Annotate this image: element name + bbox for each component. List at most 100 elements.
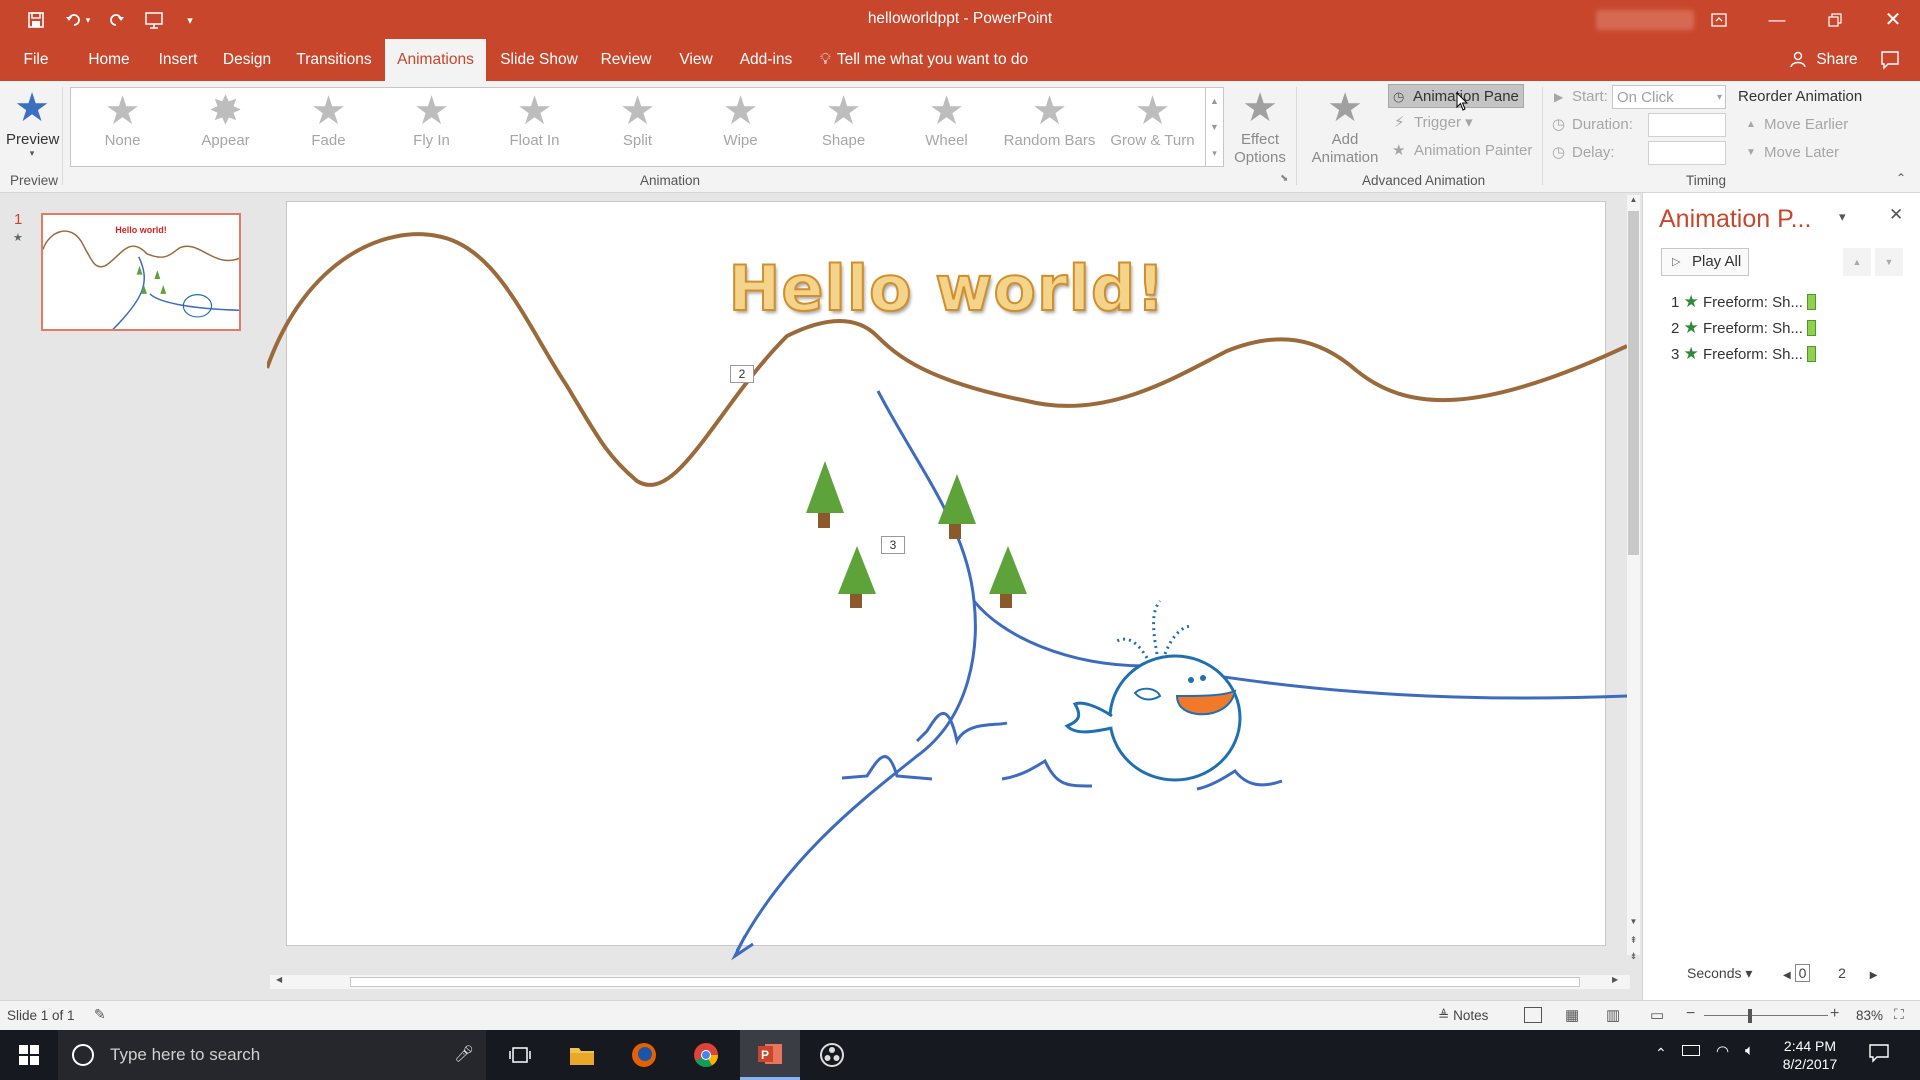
animation-tag-3[interactable]: 3 [881,536,905,554]
start-from-beginning-icon[interactable] [142,8,166,32]
play-all-button[interactable]: ▷ Play All [1661,248,1749,276]
normal-view-icon[interactable] [1524,1007,1542,1023]
tab-review[interactable]: Review [594,39,658,81]
fit-slide-icon[interactable]: ⛶ [1894,1006,1904,1023]
customize-qat-icon[interactable]: ▾ [178,8,202,32]
tab-view[interactable]: View [670,39,722,81]
tab-add-ins[interactable]: Add-ins [734,39,798,81]
tab-slide-show[interactable]: Slide Show [496,39,582,81]
scroll-up-icon[interactable]: ▲ [1627,195,1640,209]
anim-shape[interactable]: ★ Shape [792,88,895,168]
tab-design[interactable]: Design [216,39,278,81]
anim-float-in[interactable]: ★ Float In [483,88,586,168]
zoom-slider-thumb[interactable] [1748,1009,1752,1023]
tab-file[interactable]: File [14,39,58,81]
collapse-ribbon-icon[interactable]: ⌃ [1896,171,1906,185]
animation-list-item[interactable]: 3 ★ Freeform: Sh... [1671,341,1817,367]
battery-icon[interactable] [1682,1045,1700,1056]
anim-none[interactable]: ★ None [71,88,174,168]
move-up-icon[interactable]: ▲ [1843,248,1871,276]
anim-split[interactable]: ★ Split [586,88,689,168]
comments-icon[interactable] [1880,50,1900,70]
move-later-button[interactable]: ▼ Move Later [1744,141,1839,165]
zoom-slider[interactable] [1704,1015,1828,1016]
powerpoint-taskbar-icon[interactable]: P [740,1030,800,1080]
move-down-icon[interactable]: ▼ [1875,248,1903,276]
vertical-scrollbar[interactable]: ▲ ▼ ⇞ ⇟ [1627,195,1640,961]
start-select[interactable]: On Click ▾ [1612,85,1726,109]
anim-appear[interactable]: ✸ Appear [174,88,277,168]
preview-button[interactable]: ★ Preview ▾ [6,85,59,169]
scroll-down-icon[interactable]: ▼ [1627,917,1640,926]
animation-list-item[interactable]: 2 ★ Freeform: Sh... [1671,315,1817,341]
user-account[interactable] [1596,10,1694,30]
file-explorer-icon[interactable] [552,1030,612,1080]
previous-slide-icon[interactable]: ⇞ [1627,935,1640,946]
timeline-right-icon[interactable]: ▶ [1870,970,1878,981]
firefox-icon[interactable] [614,1030,674,1080]
close-icon[interactable]: ✕ [1864,0,1920,39]
trigger-button[interactable]: ⚡︎ Trigger ▾ [1390,111,1473,135]
share-button[interactable]: Share [1790,39,1858,81]
task-view-icon[interactable] [490,1030,550,1080]
anim-grow-turn[interactable]: ★ Grow & Turn [1101,88,1204,168]
pane-options-icon[interactable]: ▾ [1839,209,1846,225]
minimize-icon[interactable]: ― [1748,0,1806,39]
restore-icon[interactable] [1806,0,1864,39]
action-center-icon[interactable] [1868,1043,1892,1065]
next-slide-icon[interactable]: ⇟ [1627,951,1640,962]
timeline-scale[interactable]: ◀ 0 2 ▶ [1783,964,1913,982]
animation-tag-2[interactable]: 2 [730,365,754,383]
animation-painter-button[interactable]: ★ Animation Painter [1390,139,1532,163]
tab-insert[interactable]: Insert [150,39,206,81]
spell-check-icon[interactable]: ✎ [94,1006,106,1023]
undo-dropdown-icon[interactable]: ▾ [82,8,94,32]
gallery-more-icon[interactable]: ▾ [1206,140,1223,166]
volume-icon[interactable]: 🔈︎ [1745,1042,1754,1059]
reading-view-icon[interactable]: ▥ [1606,1006,1620,1024]
anim-fade[interactable]: ★ Fade [277,88,380,168]
anim-random-bars[interactable]: ★ Random Bars [998,88,1101,168]
slide-thumbnail[interactable]: Hello world! [41,213,241,331]
redo-icon[interactable] [104,8,128,32]
slide-title[interactable]: Hello world! [727,251,1167,326]
delay-input[interactable] [1648,141,1726,165]
clock[interactable]: 2:44 PM 8/2/2017 [1762,1037,1858,1073]
slide-canvas[interactable]: 2 3 Hello world! [267,201,1627,961]
scroll-up-icon[interactable]: ▲ [1206,88,1223,114]
anim-wipe[interactable]: ★ Wipe [689,88,792,168]
zoom-in-icon[interactable]: + [1830,1005,1839,1023]
add-animation-button[interactable]: ★ Add Animation [1300,85,1390,169]
tab-transitions[interactable]: Transitions [290,39,378,81]
gallery-scroll[interactable]: ▲ ▼ ▾ [1206,87,1224,167]
timeline-left-icon[interactable]: ◀ [1783,970,1791,981]
animation-list-item[interactable]: 1 ★ Freeform: Sh... [1671,289,1817,315]
tab-home[interactable]: Home [80,39,138,81]
anim-fly-in[interactable]: ★ Fly In [380,88,483,168]
close-pane-icon[interactable]: ✕ [1889,205,1903,225]
zoom-out-icon[interactable]: − [1686,1005,1695,1023]
notes-button[interactable]: ≜ Notes [1438,1008,1488,1024]
microphone-icon[interactable]: 🎤︎ [454,1044,474,1064]
scroll-down-icon[interactable]: ▼ [1206,114,1223,140]
tell-me-box[interactable]: 💡︎ Tell me what you want to do [820,39,1028,81]
search-box[interactable]: Type here to search 🎤︎ [58,1030,486,1080]
save-icon[interactable] [24,8,48,32]
slideshow-view-icon[interactable]: ▭ [1650,1006,1664,1024]
duration-input[interactable] [1648,113,1726,137]
wifi-icon[interactable]: ◠ [1716,1042,1729,1060]
effect-options-button[interactable]: ★ Effect Options [1228,85,1292,169]
seconds-dropdown[interactable]: Seconds ▾ [1687,965,1752,982]
tab-animations[interactable]: Animations [385,39,486,81]
slide-sorter-icon[interactable]: ▦ [1565,1006,1579,1024]
scroll-thumb[interactable] [1628,211,1639,555]
dialog-launcher-icon[interactable]: ⬊ [1280,173,1288,184]
zoom-level[interactable]: 83% [1856,1008,1883,1023]
chrome-icon[interactable] [676,1030,736,1080]
ribbon-display-options-icon[interactable] [1690,0,1748,39]
obs-icon[interactable] [802,1030,862,1080]
move-earlier-button[interactable]: ▲ Move Earlier [1744,113,1848,137]
windows-start-icon[interactable] [0,1030,58,1080]
anim-wheel[interactable]: ★ Wheel [895,88,998,168]
show-hidden-icons-icon[interactable]: ⌃ [1655,1045,1667,1062]
